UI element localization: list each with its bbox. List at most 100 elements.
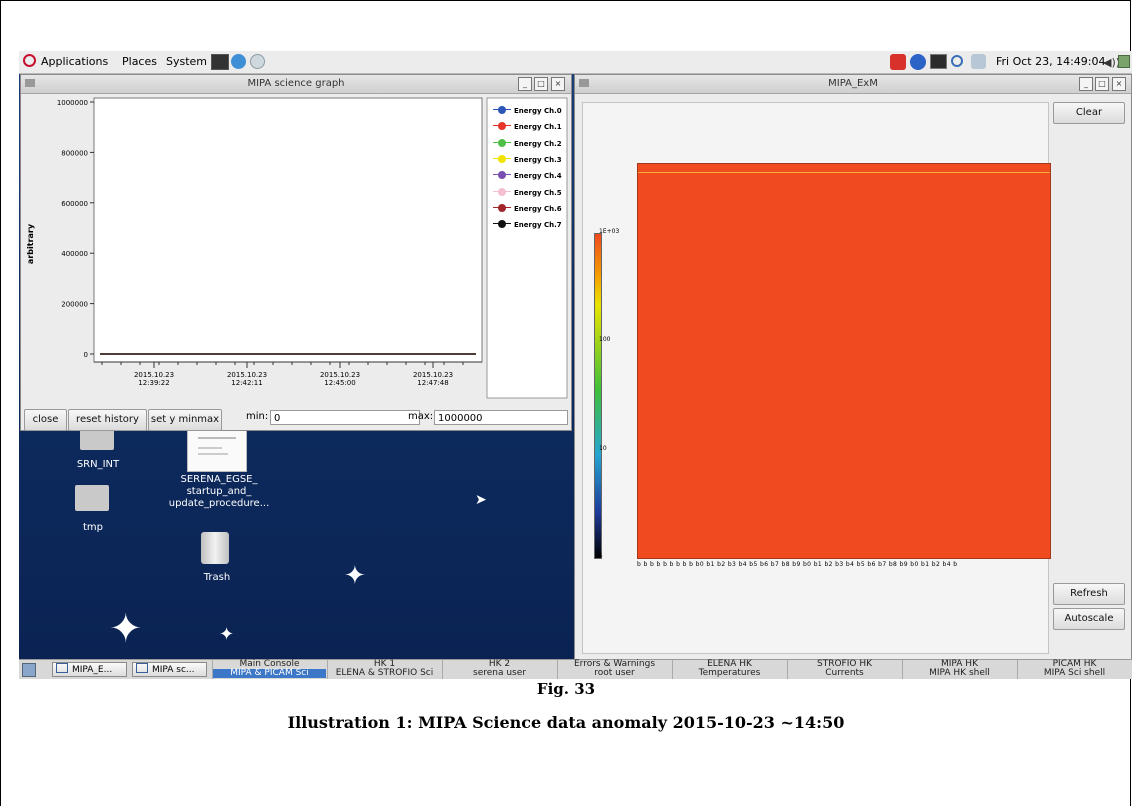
workspace-subtitle: MIPA Sci shell xyxy=(1043,668,1106,678)
legend-label: Energy Ch.6 xyxy=(514,204,562,213)
workspace-subtitle: ELENA & STROFIO Sci xyxy=(335,668,434,678)
menu-system[interactable]: System xyxy=(166,55,207,68)
legend-marker-icon xyxy=(493,203,511,212)
x-tick-date: 2015.10.23 xyxy=(413,371,453,379)
legend-label: Energy Ch.1 xyxy=(514,123,562,132)
help-launcher-icon[interactable] xyxy=(231,54,246,69)
exm-window: MIPA_ExM _ □ × 1E+03 100 10 1 b b b b b … xyxy=(574,74,1132,660)
clear-button[interactable]: Clear xyxy=(1053,102,1125,124)
desktop-icon-serena-egse[interactable]: SERENA_EGSE_ startup_and_ update_procedu… xyxy=(159,428,279,518)
workspace-7[interactable]: PICAM HK MIPA Sci shell xyxy=(1017,660,1131,679)
minimize-button[interactable]: _ xyxy=(1079,77,1093,91)
exm-window-titlebar[interactable]: MIPA_ExM _ □ × xyxy=(575,75,1131,94)
exm-window-title: MIPA_ExM xyxy=(828,78,878,89)
legend-item: Energy Ch.5 xyxy=(493,187,562,202)
legend-label: Energy Ch.4 xyxy=(514,172,562,181)
x-tick-date: 2015.10.23 xyxy=(320,371,360,379)
top-panel: Applications Places System Fri Oct 23, 1… xyxy=(19,51,1132,74)
y-tick-label: 400000 xyxy=(61,250,88,258)
close-window-button[interactable]: × xyxy=(551,77,565,91)
window-icon xyxy=(136,663,148,673)
legend-marker-icon xyxy=(493,138,511,147)
mouse-cursor-icon: ➤ xyxy=(475,492,487,508)
workspace-switcher: Main Console MIPA & PICAM Sci HK 1 ELENA & … xyxy=(212,660,1132,679)
autoscale-button[interactable]: Autoscale xyxy=(1053,608,1125,630)
graph-window-title: MIPA science graph xyxy=(247,78,345,89)
set-y-minmax-button[interactable]: set y minmax xyxy=(148,409,222,431)
legend-marker-icon xyxy=(493,122,511,131)
graph-window-titlebar[interactable]: MIPA science graph _ □ × xyxy=(21,75,571,94)
close-window-button[interactable]: × xyxy=(1112,77,1126,91)
accessibility-icon[interactable] xyxy=(910,54,926,70)
workspace-subtitle: serena user xyxy=(473,668,526,678)
workspace-3[interactable]: Errors & Warnings root user xyxy=(557,660,671,679)
legend-item: Energy Ch.4 xyxy=(493,171,562,185)
desktop-icon-trash[interactable]: Trash xyxy=(187,532,247,592)
workspace-subtitle: Temperatures xyxy=(698,668,761,678)
y-tick-label: 0 xyxy=(84,351,88,359)
update-notifier-icon[interactable] xyxy=(890,54,906,70)
menu-places[interactable]: Places xyxy=(122,55,157,68)
legend-marker-icon xyxy=(493,171,511,180)
minimize-button[interactable]: _ xyxy=(518,77,532,91)
workspace-2[interactable]: HK 2 serena user xyxy=(442,660,556,679)
terminal-launcher-icon[interactable] xyxy=(211,54,229,70)
graph-window: MIPA science graph _ □ × arbitrary 10000… xyxy=(20,74,572,431)
wallpaper-sparkle: ✦ xyxy=(109,606,143,652)
refresh-button[interactable]: Refresh xyxy=(1053,583,1125,605)
workspace-1[interactable]: HK 1 ELENA & STROFIO Sci xyxy=(327,660,441,679)
user-switch-icon[interactable] xyxy=(971,54,986,69)
debian-logo-icon[interactable] xyxy=(23,54,36,67)
workspace-4[interactable]: ELENA HK Temperatures xyxy=(672,660,786,679)
wallpaper-sparkle: ✦ xyxy=(344,561,366,591)
colorbar-label-max: 1E+03 xyxy=(599,228,620,235)
workspace-6[interactable]: MIPA HK MIPA HK shell xyxy=(902,660,1016,679)
clock[interactable]: Fri Oct 23, 14:49:04 xyxy=(996,55,1106,68)
display-icon[interactable] xyxy=(930,54,947,69)
plot-area xyxy=(93,97,483,363)
tray-icon[interactable] xyxy=(1118,55,1130,68)
legend-label: Energy Ch.0 xyxy=(514,107,562,115)
colorbar-label-100: 100 xyxy=(599,336,611,343)
close-button[interactable]: close xyxy=(24,409,67,431)
workspace-5[interactable]: STROFIO HK Currents xyxy=(787,660,901,679)
heatmap-top-line xyxy=(638,172,1050,173)
legend-label: Energy Ch.7 xyxy=(514,221,562,230)
figure-caption: Illustration 1: MIPA Science data anomal… xyxy=(287,713,845,732)
legend-label: Energy Ch.5 xyxy=(514,188,562,197)
document-icon xyxy=(187,428,247,472)
legend-item: Energy Ch.7 xyxy=(493,220,562,234)
desktop-icon-srn-int[interactable]: SRN_INT xyxy=(53,424,143,474)
workspace-subtitle: root user xyxy=(594,668,635,678)
y-tick-label: 600000 xyxy=(61,200,88,208)
legend-item: Energy Ch.3 xyxy=(493,154,562,169)
x-tick-date: 2015.10.23 xyxy=(227,371,267,379)
folder-icon xyxy=(75,485,109,511)
y-tick-label: 800000 xyxy=(61,149,88,157)
taskbar-item-mipa-exm[interactable]: MIPA_E... xyxy=(52,662,127,677)
y-tick-label: 200000 xyxy=(61,301,88,309)
x-tick-date: 2015.10.23 xyxy=(134,371,174,379)
max-input[interactable]: 1000000 xyxy=(434,410,568,425)
taskbar-item-mipa-sci[interactable]: MIPA sc... xyxy=(132,662,207,677)
legend-item: Energy Ch.2 xyxy=(493,138,562,153)
network-launcher-icon[interactable] xyxy=(250,54,265,69)
search-icon[interactable] xyxy=(951,55,963,67)
wallpaper-sparkle: ✦ xyxy=(219,624,235,645)
colorbar xyxy=(594,233,602,559)
workspace-0[interactable]: Main Console MIPA & PICAM Sci xyxy=(212,660,326,679)
maximize-button[interactable]: □ xyxy=(534,77,548,91)
maximize-button[interactable]: □ xyxy=(1095,77,1109,91)
show-desktop-icon[interactable] xyxy=(22,663,36,677)
menu-applications[interactable]: Applications xyxy=(41,55,108,68)
legend-label: Energy Ch.2 xyxy=(514,139,562,148)
legend-item: Energy Ch.6 xyxy=(493,203,562,218)
bin-labels: b b b b b b b b b b0 b1 b2 b3 b4 b5 b6 b… xyxy=(637,561,958,568)
legend: Energy Ch.0 Energy Ch.1 Energy Ch.2 Energy … xyxy=(487,106,567,246)
x-tick-time: 12:45:00 xyxy=(324,379,355,387)
desktop-icon-tmp[interactable]: tmp xyxy=(53,485,143,535)
trash-icon xyxy=(201,532,229,564)
reset-history-button[interactable]: reset history xyxy=(68,409,147,431)
min-input[interactable]: 0 xyxy=(270,410,420,425)
legend-marker-icon xyxy=(493,106,511,114)
